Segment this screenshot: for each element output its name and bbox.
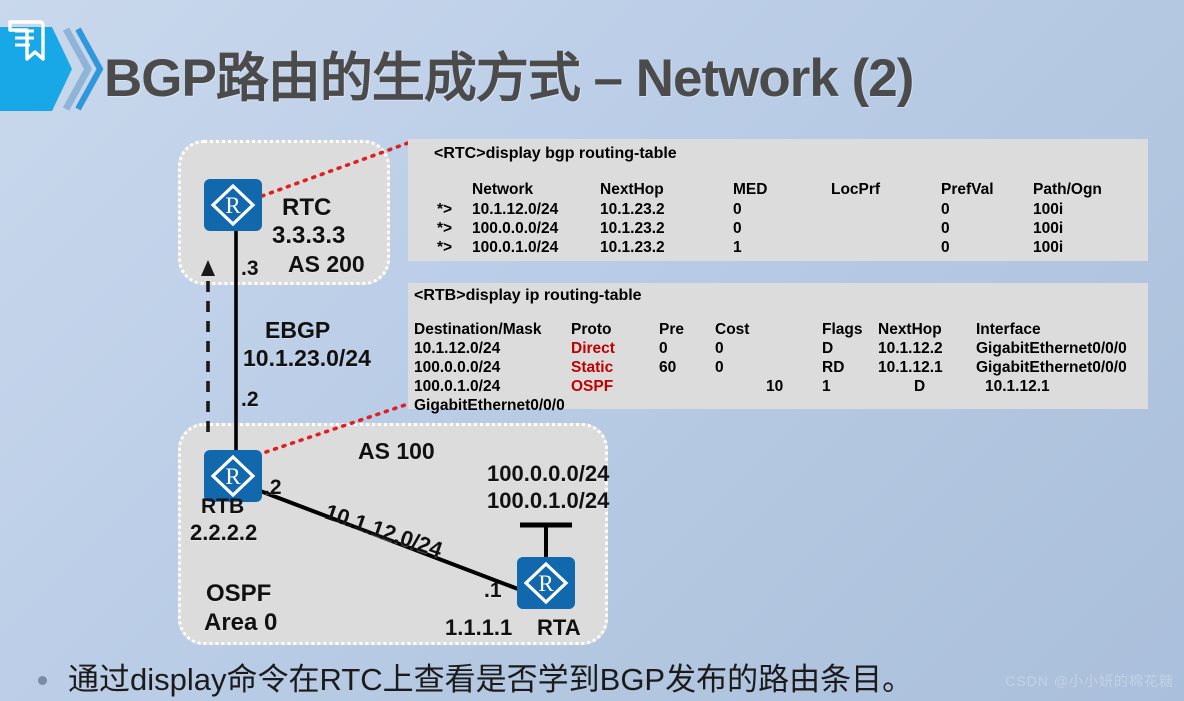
label-ebgp: EBGP	[265, 317, 331, 343]
label-rta-name: RTA	[537, 615, 581, 640]
label-rta-id: 1.1.1.1	[445, 615, 513, 640]
document-bookmark-icon	[8, 20, 45, 61]
bgp-row-path: 100i	[1033, 201, 1064, 218]
label-rtb-name: RTB	[201, 495, 245, 518]
ip-row-pre: 0	[659, 340, 668, 357]
title-chevron-icon	[62, 27, 104, 111]
watermark: CSDN @小小妍的棉花糖	[1005, 673, 1174, 689]
bgp-row-med: 0	[733, 201, 742, 218]
ip-row-dest: 100.0.1.0/24	[414, 378, 501, 395]
ip-row-proto: Direct	[571, 340, 615, 357]
ip-row-dest: 100.0.0.0/24	[414, 359, 501, 376]
bgp-row-prefval: 0	[941, 239, 950, 256]
label-ospf: OSPF	[206, 580, 272, 607]
label-as200: AS 200	[288, 251, 365, 277]
ip-row-wrap: GigabitEthernet0/0/0	[414, 397, 565, 414]
ip-row-iface: GigabitEthernet0/0/0	[976, 340, 1127, 357]
panel-bgp-routing-table: <RTC>display bgp routing-table Network N…	[408, 139, 1148, 261]
bgp-row-med: 1	[733, 239, 742, 256]
bgp-row-path: 100i	[1033, 220, 1064, 237]
bgp-row-flag: *>	[437, 201, 453, 218]
ip-row-cost-alt: 10	[766, 378, 784, 395]
bgp-row-nexthop: 10.1.23.2	[600, 239, 665, 256]
col-header-proto: Proto	[571, 321, 612, 338]
bgp-row-flag: *>	[437, 239, 453, 256]
bgp-row-network: 100.0.0.0/24	[472, 220, 559, 237]
col-header-pathogn: Path/Ogn	[1033, 181, 1102, 198]
ip-row-iface: 10.1.12.1	[985, 378, 1050, 395]
col-header-network: Network	[472, 181, 534, 198]
bgp-row-nexthop: 10.1.23.2	[600, 201, 665, 218]
ip-row-nexthop: 10.1.12.1	[878, 359, 943, 376]
col-header-med: MED	[733, 181, 768, 198]
col-header-flags: Flags	[822, 321, 863, 338]
label-rtb-id: 2.2.2.2	[190, 520, 258, 545]
svg-text:R: R	[225, 464, 241, 489]
col-header-nexthop: NextHop	[600, 181, 664, 198]
bgp-row-nexthop: 10.1.23.2	[600, 220, 665, 237]
col-header-interface: Interface	[976, 321, 1041, 338]
cli-command-ip: <RTB>display ip routing-table	[414, 287, 642, 304]
router-icon-rta[interactable]: R	[517, 557, 575, 609]
ip-row-flags: 1	[822, 378, 831, 395]
ip-row-cost: 0	[715, 340, 724, 357]
col-header-prefval: PrefVal	[941, 181, 994, 198]
bgp-row-med: 0	[733, 220, 742, 237]
cli-command-bgp: <RTC>display bgp routing-table	[434, 145, 677, 162]
col-header-pre: Pre	[659, 321, 684, 338]
label-rtb-iface: .2	[264, 476, 282, 499]
col-header-nexthop: NextHop	[878, 321, 942, 338]
label-ospf-area: Area 0	[204, 609, 278, 636]
bgp-row-flag: *>	[437, 220, 453, 237]
ip-row-nexthop: 10.1.12.2	[878, 340, 943, 357]
ip-row-flags: RD	[822, 359, 845, 376]
label-rtb-iface-upper: .2	[241, 388, 259, 411]
router-icon-rtc[interactable]: R	[204, 179, 262, 231]
label-stub-net-2: 100.0.1.0/24	[487, 488, 610, 513]
col-header-destination: Destination/Mask	[414, 321, 542, 338]
col-header-cost: Cost	[715, 321, 750, 338]
label-rta-iface: .1	[484, 579, 502, 602]
bgp-row-prefval: 0	[941, 220, 950, 237]
bgp-row-path: 100i	[1033, 239, 1064, 256]
ip-row-proto: OSPF	[571, 378, 614, 395]
label-rtc-iface: .3	[241, 257, 259, 280]
ip-row-dest: 10.1.12.0/24	[414, 340, 501, 357]
ip-row-cost: 0	[715, 359, 724, 376]
bgp-row-network: 100.0.1.0/24	[472, 239, 559, 256]
slide-canvas: BGP路由的生成方式 – Network (2) R R R RTC 3.3.3…	[0, 0, 1184, 701]
label-ebgp-subnet: 10.1.23.0/24	[243, 345, 371, 371]
bullet-marker	[38, 676, 47, 685]
label-rtc-name: RTC	[282, 194, 332, 221]
label-as100: AS 100	[358, 438, 435, 464]
page-title: BGP路由的生成方式 – Network (2)	[104, 49, 914, 108]
ip-row-iface: GigabitEthernet0/0/0	[976, 359, 1127, 376]
ip-row-proto: Static	[571, 359, 614, 376]
label-rtc-id: 3.3.3.3	[272, 222, 346, 249]
svg-text:R: R	[225, 193, 241, 218]
ip-row-nexthop: D	[914, 378, 926, 395]
bgp-row-network: 10.1.12.0/24	[472, 201, 559, 218]
ip-row-pre: 60	[659, 359, 677, 376]
ip-row-flags: D	[822, 340, 834, 357]
label-stub-net-1: 100.0.0.0/24	[487, 461, 610, 486]
svg-text:R: R	[538, 571, 554, 596]
col-header-locprf: LocPrf	[831, 181, 881, 198]
bgp-row-prefval: 0	[941, 201, 950, 218]
bullet-text: 通过display命令在RTC上查看是否学到BGP发布的路由条目。	[68, 662, 914, 697]
panel-ip-routing-table: <RTB>display ip routing-table Destinatio…	[408, 283, 1148, 414]
